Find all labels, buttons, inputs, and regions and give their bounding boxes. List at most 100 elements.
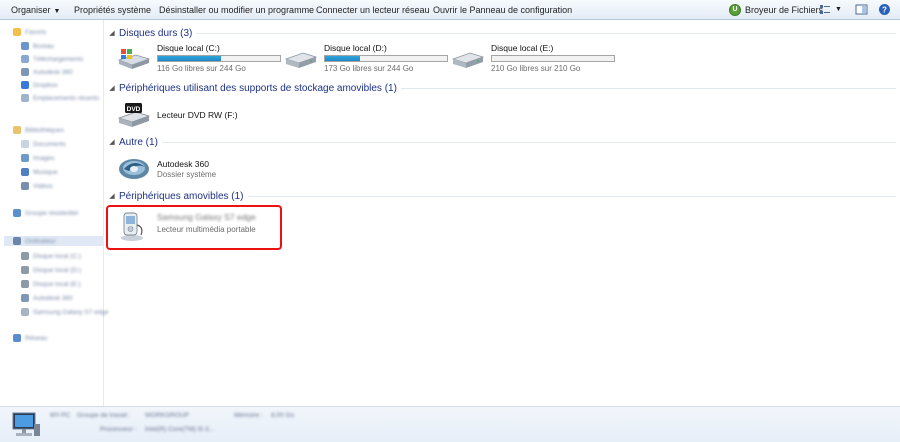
drive-usage-bar [324,55,448,62]
file-shredder-icon: U [729,4,741,16]
nav-autodesk[interactable]: Autodesk 360 [21,67,73,77]
phone-icon [21,308,29,316]
group-divider [161,141,896,143]
nav-music[interactable]: Musique [21,167,58,177]
dvd-drive-item[interactable]: DVD Lecteur DVD RW (F:) [116,99,286,129]
organize-label: Organiser [11,5,51,15]
svg-text:?: ? [882,6,887,15]
system-properties-button[interactable]: Propriétés système [74,5,151,15]
view-dropdown-icon[interactable]: ▼ [835,6,842,13]
dvd-drive-name: Lecteur DVD RW (F:) [157,110,238,120]
nav-dropbox[interactable]: Dropbox [21,80,58,90]
file-shredder-button[interactable]: U Broyeur de Fichiers [729,3,823,17]
drive-name: Disque local (E:) [491,43,554,53]
group-title: Autre (1) [119,136,158,148]
download-icon [21,55,29,63]
group-title: Périphériques utilisant des supports de … [119,82,397,94]
memory-value: 8,00 Go [271,412,295,419]
chevron-down-icon: ▼ [53,8,61,15]
nav-computer[interactable]: Ordinateur [4,236,103,246]
homegroup-icon [13,209,21,217]
drive-free-space: 173 Go libres sur 244 Go [324,64,414,73]
organize-menu-button[interactable]: Organiser ▼ [11,5,60,15]
drive-name: Disque local (C:) [157,43,220,53]
file-shredder-label: Broyeur de Fichiers [745,5,824,15]
drive-usage-bar [157,55,281,62]
group-hard-drives[interactable]: ◢ Disques durs (3) [105,26,900,40]
video-icon [21,182,29,190]
workgroup-label: Groupe de travail : [77,412,131,419]
details-pane: MY-PC Groupe de travail : WORKGROUP Mémo… [0,406,900,442]
nav-drive-e[interactable]: Disque local (E:) [21,279,81,289]
content-pane: ◢ Disques durs (3) Disque local (C:) 116… [105,20,900,406]
drive-item-e[interactable]: Disque local (E:) 210 Go libres sur 210 … [450,43,620,75]
nav-downloads[interactable]: Téléchargements [21,54,83,64]
nav-drive-c[interactable]: Disque local (C:) [21,251,81,261]
drive-usage-fill [158,56,222,61]
dvd-badge-text: DVD [127,106,141,113]
music-icon [21,168,29,176]
nav-pictures[interactable]: Images [21,153,54,163]
cloud-icon [21,68,29,76]
group-title: Périphériques amovibles (1) [119,190,244,202]
nav-videos[interactable]: Vidéos [21,181,53,191]
processor-label: Processeur : [100,426,137,433]
collapse-arrow-icon[interactable]: ◢ [105,138,119,146]
library-icon [13,126,21,134]
computer-icon [13,237,21,245]
nav-favorites[interactable]: Favoris [13,27,46,37]
navigation-pane: Favoris Bureau Téléchargements Autodesk … [0,20,109,406]
computer-icon [12,412,40,436]
drive-icon [21,252,29,260]
drive-name: Disque local (D:) [324,43,387,53]
uninstall-program-button[interactable]: Désinstaller ou modifier un programme [159,5,314,15]
nav-network[interactable]: Réseau [13,333,47,343]
drive-item-c[interactable]: Disque local (C:) 116 Go libres sur 244 … [116,43,286,75]
command-bar: Organiser ▼ Propriétés système Désinstall… [0,0,900,20]
group-removable-devices[interactable]: ◢ Périphériques amovibles (1) [105,189,900,203]
collapse-arrow-icon[interactable]: ◢ [105,84,119,92]
autodesk-360-type: Dossier système [157,170,217,179]
nav-homegroup[interactable]: Groupe résidentiel [13,208,78,218]
dropbox-icon [21,81,29,89]
view-options-icon[interactable] [819,3,832,16]
hard-drive-icon [284,52,318,68]
help-icon[interactable]: ? [878,3,891,16]
drive-icon [21,280,29,288]
drive-usage-fill [325,56,361,61]
nav-drive-d[interactable]: Disque local (D:) [21,265,81,275]
collapse-arrow-icon[interactable]: ◢ [105,192,119,200]
autodesk-360-item[interactable]: Autodesk 360 Dossier système [116,154,286,184]
map-network-drive-button[interactable]: Connecter un lecteur réseau [316,5,430,15]
group-divider [196,32,896,34]
workgroup-value: WORKGROUP [145,412,190,419]
group-title: Disques durs (3) [119,27,193,39]
processor-value: Intel(R) Core(TM) i5-3... [145,426,214,433]
drive-item-d[interactable]: Disque local (D:) 173 Go libres sur 244 … [283,43,453,75]
nav-documents[interactable]: Documents [21,139,66,149]
drive-free-space: 116 Go libres sur 244 Go [157,64,246,73]
highlight-annotation-box [106,205,282,250]
preview-pane-icon[interactable] [855,3,868,16]
network-icon [13,334,21,342]
star-icon [13,28,21,36]
nav-libraries[interactable]: Bibliothèques [13,125,64,135]
nav-desktop[interactable]: Bureau [21,41,54,51]
recent-icon [21,94,29,102]
document-icon [21,140,29,148]
group-divider [400,87,896,89]
open-control-panel-button[interactable]: Ouvrir le Panneau de configuration [433,5,572,15]
nav-autodesk-computer[interactable]: Autodesk 360 [21,293,73,303]
group-removable-storage[interactable]: ◢ Périphériques utilisant des supports d… [105,81,900,95]
collapse-arrow-icon[interactable]: ◢ [105,29,119,37]
group-divider [247,195,896,197]
group-other[interactable]: ◢ Autre (1) [105,135,900,149]
nav-recent-places[interactable]: Emplacements récents [21,93,99,103]
autodesk-360-icon [119,159,149,179]
picture-icon [21,154,29,162]
memory-label: Mémoire : [234,412,263,419]
autodesk-360-name: Autodesk 360 [157,159,209,169]
dvd-drive-icon: DVD [117,103,151,127]
nav-samsung-device[interactable]: Samsung Galaxy S7 edge [21,307,109,317]
drive-usage-bar [491,55,615,62]
